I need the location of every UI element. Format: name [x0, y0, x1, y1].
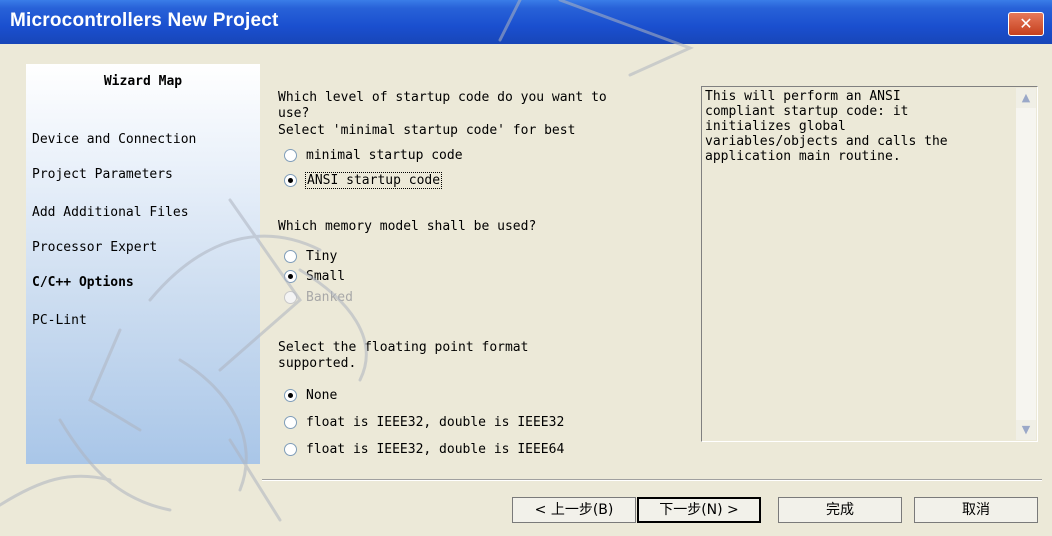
radio-small[interactable] — [284, 270, 297, 283]
radio-tiny[interactable] — [284, 250, 297, 263]
radio-float-none-label[interactable]: None — [306, 388, 337, 403]
startup-question-line1: Which level of startup code do you want … — [278, 90, 607, 105]
back-button[interactable]: < 上一步(B) — [512, 497, 636, 523]
float-question-line2: supported. — [278, 356, 357, 371]
window-title: Microcontrollers New Project — [10, 10, 279, 31]
radio-banked-label: Banked — [306, 290, 353, 305]
wizard-item-pc-lint[interactable]: PC-Lint — [32, 313, 87, 328]
radio-small-label[interactable]: Small — [306, 269, 345, 284]
radio-float-ieee32-64-label[interactable]: float is IEEE32, double is IEEE64 — [306, 442, 564, 457]
description-textarea[interactable]: This will perform an ANSI compliant star… — [701, 86, 1038, 442]
float-question-line1: Select the floating point format — [278, 340, 529, 355]
close-button[interactable]: ✕ — [1008, 12, 1044, 36]
wizard-item-cpp-options[interactable]: C/C++ Options — [32, 275, 134, 290]
startup-hint: Select 'minimal startup code' for best — [278, 123, 576, 138]
button-separator — [262, 479, 1042, 481]
startup-question-line2: use? — [278, 106, 310, 121]
finish-button[interactable]: 完成 — [778, 497, 902, 523]
close-icon: ✕ — [1019, 14, 1033, 33]
radio-float-ieee32-64[interactable] — [284, 443, 297, 456]
radio-banked — [284, 291, 297, 304]
next-button[interactable]: 下一步(N) > — [637, 497, 761, 523]
radio-ansi-startup[interactable] — [284, 174, 297, 187]
radio-float-ieee32-32-label[interactable]: float is IEEE32, double is IEEE32 — [306, 415, 564, 430]
radio-float-ieee32-32[interactable] — [284, 416, 297, 429]
scroll-down-icon[interactable]: ▼ — [1016, 420, 1036, 440]
memory-question: Which memory model shall be used? — [278, 219, 537, 234]
wizard-map-title: Wizard Map — [103, 74, 183, 89]
radio-tiny-label[interactable]: Tiny — [306, 249, 337, 264]
scroll-up-icon[interactable]: ▲ — [1016, 88, 1036, 108]
radio-minimal-startup[interactable] — [284, 149, 297, 162]
wizard-item-additional-files[interactable]: Add Additional Files — [32, 205, 189, 220]
dialog-window: Microcontrollers New Project ✕ Wizard Ma… — [0, 0, 1052, 536]
description-scrollbar[interactable]: ▲ ▼ — [1016, 88, 1036, 440]
radio-minimal-startup-label[interactable]: minimal startup code — [306, 148, 463, 163]
wizard-item-project-parameters[interactable]: Project Parameters — [32, 167, 173, 182]
radio-float-none[interactable] — [284, 389, 297, 402]
wizard-item-processor-expert[interactable]: Processor Expert — [32, 240, 157, 255]
wizard-map-panel: Wizard Map Device and Connection Project… — [26, 64, 260, 464]
radio-ansi-startup-label[interactable]: ANSI startup code — [305, 172, 443, 189]
wizard-item-device-connection[interactable]: Device and Connection — [32, 132, 196, 147]
description-text: This will perform an ANSI compliant star… — [705, 89, 948, 164]
cancel-button[interactable]: 取消 — [914, 497, 1038, 523]
title-bar[interactable]: Microcontrollers New Project ✕ — [0, 0, 1052, 44]
